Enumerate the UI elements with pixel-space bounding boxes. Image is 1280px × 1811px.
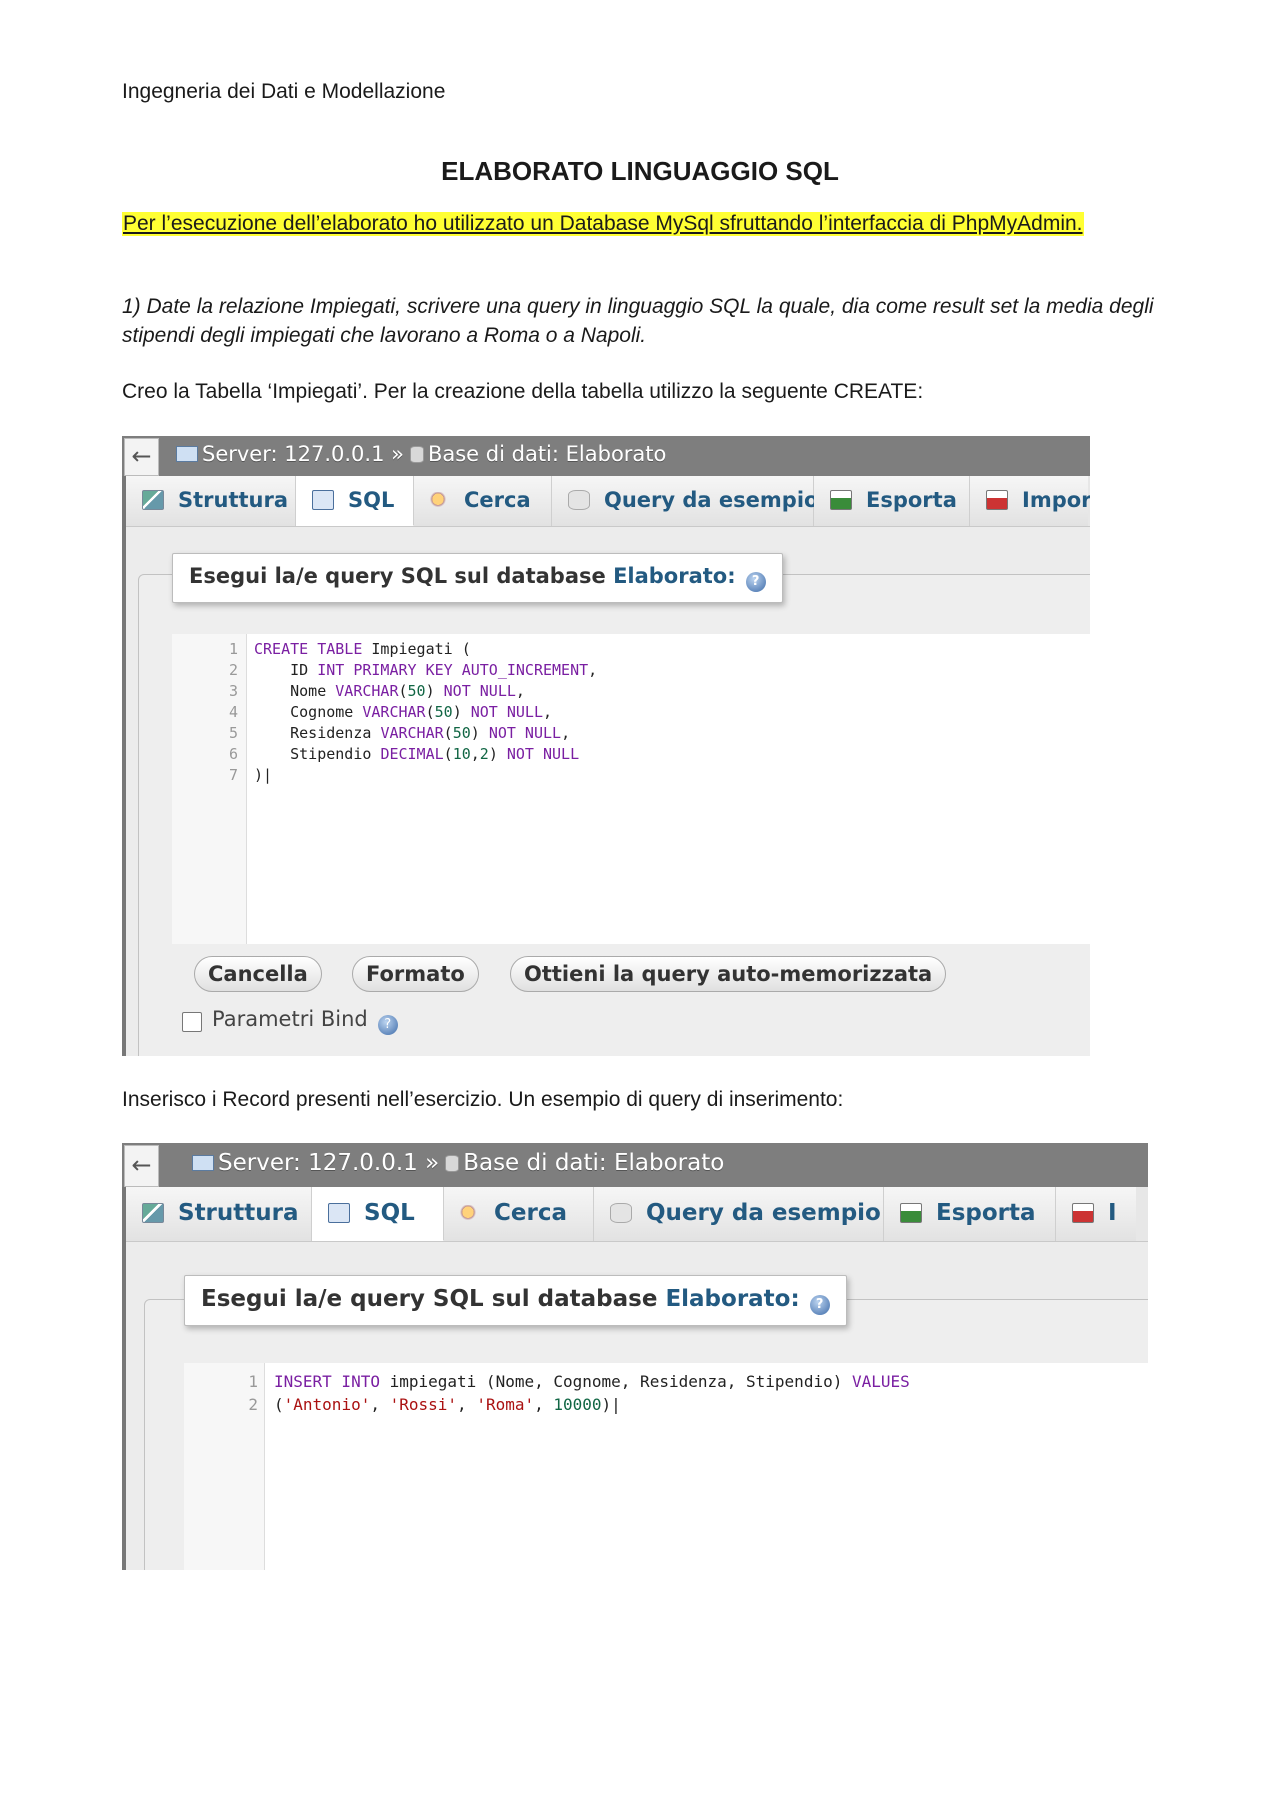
cancella-button[interactable]: Cancella: [194, 956, 322, 992]
export-icon: [900, 1203, 922, 1223]
sql-icon: [312, 490, 334, 510]
search-icon: [460, 1205, 480, 1223]
help-icon[interactable]: ?: [377, 1015, 398, 1035]
code-line: )|: [254, 766, 273, 784]
formato-button[interactable]: Formato: [352, 956, 479, 992]
query-icon: [568, 490, 590, 510]
paragraph-create: Creo la Tabella ‘Impiegati’. Per la crea…: [122, 380, 924, 403]
help-icon[interactable]: ?: [809, 1295, 830, 1315]
back-arrow-icon[interactable]: ←: [124, 1145, 159, 1187]
code-line: Residenza VARCHAR(50) NOT NULL,: [254, 724, 571, 742]
structure-icon: [142, 490, 164, 510]
panel-left-border: [122, 436, 126, 1056]
bind-params-checkbox[interactable]: [182, 1012, 202, 1032]
help-icon[interactable]: ?: [745, 572, 766, 592]
tab-esporta[interactable]: Esporta: [814, 476, 970, 526]
auto-query-button[interactable]: Ottieni la query auto-memorizzata: [510, 956, 947, 992]
export-icon: [830, 490, 852, 510]
highlighted-note: Per l’esecuzione dell’elaborato ho utili…: [122, 212, 1084, 236]
sql-icon: [328, 1203, 350, 1223]
code-line: ('Antonio', 'Rossi', 'Roma', 10000)|: [274, 1395, 621, 1414]
server-breadcrumb-bar: ← Server: 127.0.0.1 » Base di dati: Elabo…: [122, 1143, 1148, 1187]
code-line: Nome VARCHAR(50) NOT NULL,: [254, 682, 525, 700]
sql-editor[interactable]: 1 INSERT INTO impiegati (Nome, Cognome, R…: [184, 1363, 1148, 1570]
tab-bar: Struttura SQL Cerca Query da esempio Esporta…: [126, 1187, 1148, 1242]
document-title: ELABORATO LINGUAGGIO SQL: [441, 156, 839, 186]
bind-params-label: Parametri Bind?: [212, 1007, 398, 1035]
import-icon: [1072, 1203, 1094, 1223]
back-arrow-icon[interactable]: ←: [124, 438, 159, 476]
sql-editor[interactable]: 1 CREATE TABLE Impiegati ( 2 ID INT PRIMA…: [172, 634, 1090, 944]
tab-query-da-esempio[interactable]: Query da esempio: [594, 1187, 884, 1241]
phpmyadmin-screenshot-insert: ← Server: 127.0.0.1 » Base di dati: Elabo…: [122, 1143, 1148, 1570]
code-line: Cognome VARCHAR(50) NOT NULL,: [254, 703, 553, 721]
search-icon: [430, 492, 450, 510]
breadcrumb: Server: 127.0.0.1 » Base di dati: Elabora…: [176, 442, 666, 466]
code-line: INSERT INTO impiegati (Nome, Cognome, Re…: [274, 1372, 910, 1391]
server-icon: [176, 446, 198, 462]
tab-importa[interactable]: Impor: [970, 476, 1090, 526]
tab-cerca[interactable]: Cerca: [414, 476, 552, 526]
code-line: CREATE TABLE Impiegati (: [254, 640, 471, 658]
query-legend: Esegui la/e query SQL sul database Elabo…: [172, 553, 783, 603]
database-icon: [445, 1155, 460, 1172]
line-number-gutter: [172, 634, 247, 944]
structure-icon: [142, 1203, 164, 1223]
tab-sql[interactable]: SQL: [312, 1187, 444, 1241]
tab-sql[interactable]: SQL: [296, 476, 414, 526]
database-icon: [409, 446, 424, 463]
breadcrumb-database[interactable]: Base di dati: Elaborato: [428, 442, 666, 466]
tab-cerca[interactable]: Cerca: [444, 1187, 594, 1241]
phpmyadmin-screenshot-create: ← Server: 127.0.0.1 » Base di dati: Elabo…: [122, 436, 1090, 1056]
code-line: ID INT PRIMARY KEY AUTO_INCREMENT,: [254, 661, 598, 679]
tab-struttura[interactable]: Struttura: [126, 476, 296, 526]
import-icon: [986, 490, 1008, 510]
document-header: Ingegneria dei Dati e Modellazione: [122, 80, 446, 103]
question-1: 1) Date la relazione Impiegati, scrivere…: [122, 295, 1154, 347]
server-breadcrumb-bar: ← Server: 127.0.0.1 » Base di dati: Elabo…: [122, 436, 1090, 476]
query-icon: [610, 1203, 632, 1223]
paragraph-insert: Inserisco i Record presenti nell’eserciz…: [122, 1088, 844, 1111]
query-legend: Esegui la/e query SQL sul database Elabo…: [184, 1275, 847, 1326]
tab-importa[interactable]: I: [1056, 1187, 1136, 1241]
server-icon: [192, 1155, 214, 1171]
tab-esporta[interactable]: Esporta: [884, 1187, 1056, 1241]
breadcrumb-server[interactable]: Server: 127.0.0.1 »: [202, 442, 404, 466]
code-line: Stipendio DECIMAL(10,2) NOT NULL: [254, 745, 580, 763]
tab-bar: Struttura SQL Cerca Query da esempio Esporta…: [126, 476, 1090, 527]
tab-query-da-esempio[interactable]: Query da esempio: [552, 476, 818, 526]
breadcrumb: Server: 127.0.0.1 » Base di dati: Elabora…: [192, 1150, 724, 1176]
tab-struttura[interactable]: Struttura: [126, 1187, 312, 1241]
breadcrumb-server[interactable]: Server: 127.0.0.1 »: [218, 1150, 439, 1176]
breadcrumb-database[interactable]: Base di dati: Elaborato: [463, 1150, 724, 1176]
